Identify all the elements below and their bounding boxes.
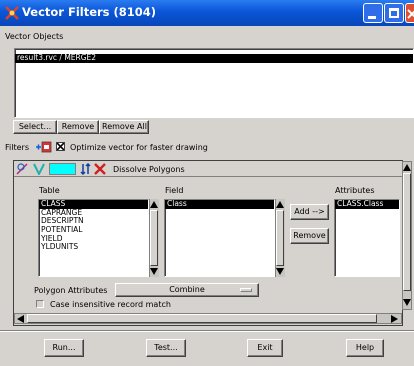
case-insensitive-checkbox[interactable]	[36, 300, 44, 308]
panel-vertical-scrollbar[interactable]	[402, 161, 412, 310]
polygon-attributes-label: Polygon Attributes	[34, 286, 108, 295]
app-icon	[5, 6, 19, 20]
table-list-scrollbar[interactable]	[149, 199, 159, 277]
exit-button[interactable]: Exit	[247, 339, 283, 357]
polygon-attributes-value: Combine	[169, 285, 205, 294]
field-header: Field	[165, 186, 184, 195]
list-item[interactable]: YLDUNITS	[39, 243, 148, 252]
dissolve-icon[interactable]	[16, 163, 29, 175]
delete-icon[interactable]	[94, 163, 106, 175]
test-button[interactable]: Test...	[146, 339, 186, 357]
filters-label: Filters	[5, 143, 29, 152]
option-menu-icon	[240, 288, 252, 292]
attributes-list[interactable]: CLASS.Class	[334, 199, 400, 277]
help-button[interactable]: Help	[346, 339, 384, 357]
minimize-icon[interactable]	[363, 3, 383, 23]
polygon-attributes-select[interactable]: Combine	[115, 283, 259, 297]
remove-all-button[interactable]: Remove All	[99, 120, 149, 134]
add-filter-icon[interactable]	[36, 140, 52, 154]
remove-attribute-button[interactable]: Remove	[290, 228, 329, 244]
vector-v-icon[interactable]	[33, 163, 45, 175]
list-item[interactable]: Class	[165, 200, 274, 209]
optimize-label: Optimize vector for faster drawing	[70, 143, 208, 152]
table-header: Table	[39, 186, 60, 195]
sort-icon[interactable]	[80, 163, 92, 175]
footer-divider	[0, 330, 414, 332]
optimize-checkbox[interactable]	[56, 142, 65, 151]
field-list-scrollbar[interactable]	[275, 199, 285, 277]
remove-button[interactable]: Remove	[57, 120, 99, 134]
window-title: Vector Filters (8104)	[22, 5, 157, 19]
select-button[interactable]: Select...	[13, 120, 57, 134]
panel-horizontal-scrollbar[interactable]	[14, 313, 402, 324]
color-swatch[interactable]	[49, 163, 76, 175]
attributes-header: Attributes	[335, 186, 375, 195]
add-attribute-button[interactable]: Add -->	[290, 204, 329, 220]
table-list[interactable]: CLASS CAPRANGE DESCRIPTN POTENTIAL YIELD…	[38, 199, 149, 277]
vector-objects-list[interactable]: result3.rvc / MERGE2	[14, 48, 414, 118]
field-list[interactable]: Class	[164, 199, 275, 277]
dissolve-title: Dissolve Polygons	[113, 165, 185, 174]
run-button[interactable]: Run...	[44, 339, 84, 357]
list-item[interactable]: CLASS.Class	[335, 200, 399, 209]
vector-objects-label: Vector Objects	[5, 32, 64, 41]
list-item[interactable]: result3.rvc / MERGE2	[15, 53, 413, 63]
maximize-icon[interactable]	[384, 3, 404, 23]
title-bar: Vector Filters (8104)	[0, 0, 414, 26]
case-insensitive-label: Case insensitive record match	[50, 300, 171, 309]
close-icon[interactable]	[405, 3, 414, 23]
